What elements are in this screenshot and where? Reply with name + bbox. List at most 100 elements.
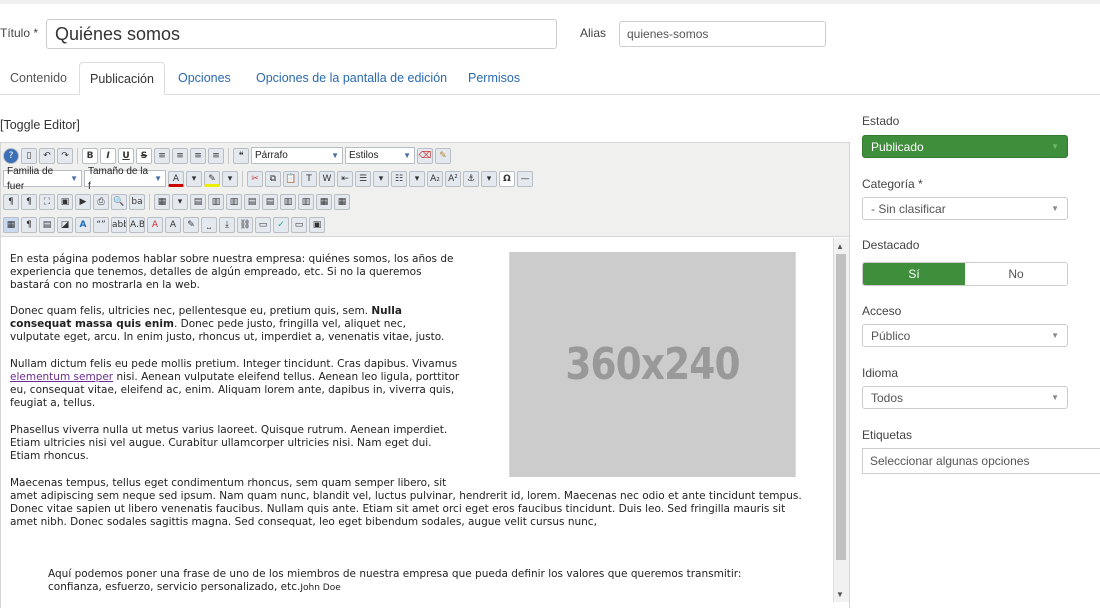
tab-opciones-pantalla-edicion[interactable]: Opciones de la pantalla de edición [246,62,457,95]
spellcheck-icon[interactable]: ✓ [273,216,289,233]
print-icon[interactable]: ⎙ [93,193,109,210]
acceso-select[interactable]: Público ▼ [862,324,1068,347]
destacado-no-button[interactable]: No [965,263,1067,285]
horizontal-rule-icon[interactable]: — [517,170,533,187]
outdent-icon[interactable]: ⇤ [337,170,353,187]
search-icon[interactable]: 🔍 [111,193,127,210]
anchor-icon[interactable]: ⚓ [463,170,479,187]
tab-opciones[interactable]: Opciones [168,62,241,95]
chevron-down-icon[interactable]: ▾ [186,170,202,187]
subscript-icon[interactable]: A₂ [427,170,443,187]
categoria-select[interactable]: - Sin clasificar ▼ [862,197,1068,220]
delete-text-icon[interactable]: A [147,216,163,233]
align-right-icon[interactable]: ≡ [190,147,206,164]
table-row-icon[interactable]: ▥ [208,193,224,210]
tab-contenido[interactable]: Contenido [0,62,77,95]
fullscreen-icon[interactable]: ⛶ [39,193,55,210]
text-color-icon[interactable]: A [168,170,184,187]
chevron-down-icon: ▼ [1051,393,1059,402]
paste-icon[interactable]: 📋 [283,170,299,187]
table-split-icon[interactable]: ▦ [334,193,350,210]
table-cell-icon[interactable]: ▥ [226,193,242,210]
estado-select[interactable]: Publicado ▼ [862,135,1068,158]
alias-input[interactable] [619,21,826,47]
redo-icon[interactable]: ↷ [57,147,73,164]
align-center-icon[interactable]: ≡ [172,147,188,164]
format-select[interactable]: Párrafo ▼ [251,147,343,164]
help-icon[interactable]: ? [3,147,19,164]
rtl-icon[interactable]: ¶ [21,193,37,210]
cite-icon[interactable]: “” [93,216,109,233]
italic-button[interactable]: I [100,147,116,164]
acronym-icon[interactable]: A.B [129,216,145,233]
chevron-down-icon[interactable]: ▾ [409,170,425,187]
bold-button[interactable]: B [82,147,98,164]
chevron-down-icon[interactable]: ▾ [222,170,238,187]
font-size-select[interactable]: Tamaño de la f ▼ [84,166,166,192]
table-insert-col-icon[interactable]: ▥ [280,193,296,210]
idioma-select[interactable]: Todos ▼ [862,386,1068,409]
attributes-icon[interactable]: ✎ [183,216,199,233]
bullet-list-icon[interactable]: ☰ [355,170,371,187]
table-delete-row-icon[interactable]: ▤ [262,193,278,210]
non-breaking-icon[interactable]: ⎵ [201,216,217,233]
new-document-icon[interactable]: ▯ [21,147,37,164]
readmore-icon[interactable]: ▭ [255,216,271,233]
layer-icon[interactable]: ◪ [57,216,73,233]
scrollbar-thumb[interactable] [836,254,846,560]
chevron-down-icon: ▼ [331,151,339,160]
tab-permisos[interactable]: Permisos [458,62,530,95]
superscript-icon[interactable]: A² [445,170,461,187]
styles-select[interactable]: Estilos ▼ [345,147,415,164]
table-props-icon[interactable]: ▤ [190,193,206,210]
chevron-down-icon: ▼ [70,174,78,183]
chevron-down-icon[interactable]: ▾ [172,193,188,210]
link-icon[interactable]: ⛓ [237,216,253,233]
acceso-value: Público [871,328,911,343]
chevron-down-icon[interactable]: ▾ [481,170,497,187]
eraser-icon[interactable]: ⌫ [417,147,433,164]
scroll-up-icon[interactable]: ▲ [836,242,844,251]
strikethrough-button[interactable]: S [136,147,152,164]
page-break-icon[interactable]: ⤓ [219,216,235,233]
numbered-list-icon[interactable]: ☷ [391,170,407,187]
replace-icon[interactable]: ba [129,193,145,210]
article-icon[interactable]: ▭ [291,216,307,233]
image-insert-icon[interactable]: ▣ [309,216,325,233]
table-delete-col-icon[interactable]: ▥ [298,193,314,210]
show-blocks-icon[interactable]: ¶ [21,216,37,233]
chevron-down-icon[interactable]: ▾ [373,170,389,187]
scroll-down-icon[interactable]: ▼ [836,590,844,599]
paste-text-icon[interactable]: T [301,170,317,187]
cut-icon[interactable]: ✂ [247,170,263,187]
insert-text-icon[interactable]: A [165,216,181,233]
tab-publicacion[interactable]: Publicación [79,62,165,95]
idioma-label: Idioma [862,366,899,380]
etiquetas-input[interactable]: Seleccionar algunas opciones [862,448,1100,474]
copy-icon[interactable]: ⧉ [265,170,281,187]
ltr-icon[interactable]: ¶ [3,193,19,210]
style-props-icon[interactable]: A [75,216,91,233]
content-link[interactable]: elementum semper [10,371,113,383]
cleanup-brush-icon[interactable]: ✎ [435,147,451,164]
template-icon[interactable]: ▤ [39,216,55,233]
media-icon[interactable]: ▶ [75,193,91,210]
table-merge-icon[interactable]: ▦ [316,193,332,210]
align-left-icon[interactable]: ≡ [154,147,170,164]
paste-word-icon[interactable]: W [319,170,335,187]
undo-icon[interactable]: ↶ [39,147,55,164]
table-insert-row-icon[interactable]: ▤ [244,193,260,210]
visual-aid-icon[interactable]: ▦ [3,216,19,233]
title-input[interactable] [46,19,557,49]
image-icon[interactable]: ▣ [57,193,73,210]
align-justify-icon[interactable]: ≡ [208,147,224,164]
special-char-icon[interactable]: Ω [499,170,515,187]
font-family-select[interactable]: Familia de fuer ▼ [3,166,82,192]
blockquote-icon[interactable]: ❝ [233,147,249,164]
toggle-editor-link[interactable]: [Toggle Editor] [0,118,80,132]
underline-button[interactable]: U [118,147,134,164]
highlight-color-icon[interactable]: ✎ [204,170,220,187]
abbreviation-icon[interactable]: abbr [111,216,127,233]
destacado-yes-button[interactable]: Sí [863,263,965,285]
table-icon[interactable]: ▦ [154,193,170,210]
